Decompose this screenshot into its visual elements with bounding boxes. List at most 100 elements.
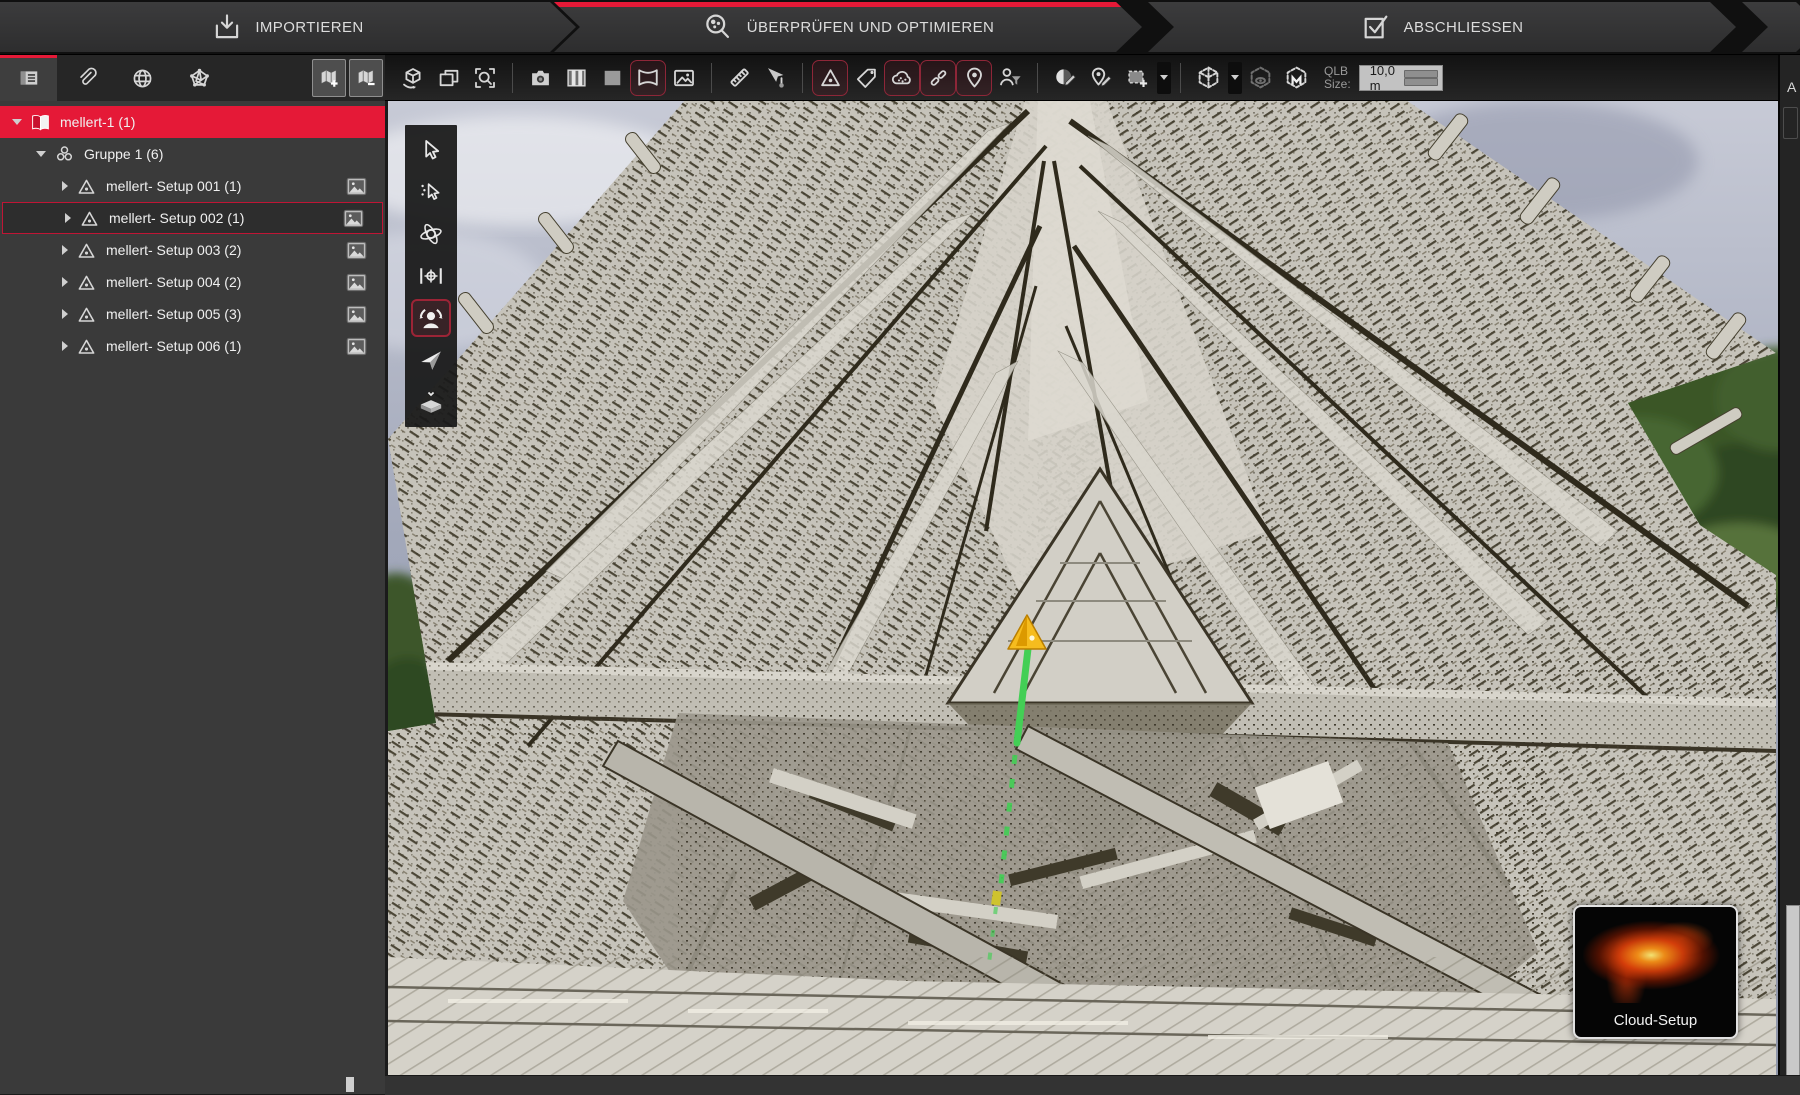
rect-select-button[interactable]	[1119, 60, 1155, 96]
point-cloud-viewport[interactable]: Cloud-Setup	[388, 101, 1778, 1075]
tab-ueberpruefen-und-optimieren[interactable]: ÜBERPRÜFEN UND OPTIMIEREN	[554, 2, 1142, 52]
cursor-thermometer-button[interactable]	[757, 60, 793, 96]
cascade-windows-icon	[437, 66, 461, 90]
picture-icon[interactable]	[345, 304, 368, 325]
add-map-button[interactable]	[312, 59, 346, 97]
tree-item-setup[interactable]: mellert- Setup 003 (2)	[0, 234, 385, 266]
tab-label: ÜBERPRÜFEN UND OPTIMIEREN	[747, 19, 995, 36]
sidebar-scrollbar-nub[interactable]	[346, 1077, 354, 1092]
person-filter-button[interactable]	[992, 60, 1028, 96]
link-toggle[interactable]	[920, 60, 956, 96]
tree-item-label: mellert- Setup 003 (2)	[106, 242, 241, 258]
tree-item-project[interactable]: mellert-1 (1)	[0, 106, 385, 138]
tab-label: IMPORTIEREN	[255, 19, 363, 36]
panel-handle[interactable]	[1783, 107, 1798, 139]
panorama-view-button[interactable]	[630, 60, 666, 96]
tree-item-label: mellert- Setup 006 (1)	[106, 338, 241, 354]
image-view-button[interactable]	[666, 60, 702, 96]
color-edit-button[interactable]	[1047, 60, 1083, 96]
tree-item-setup[interactable]: mellert- Setup 004 (2)	[0, 266, 385, 298]
expand-arrow-icon[interactable]	[62, 309, 68, 319]
place-scan-button[interactable]	[395, 60, 431, 96]
expand-arrow-icon[interactable]	[65, 213, 71, 223]
solid-view-button[interactable]	[594, 60, 630, 96]
picture-icon[interactable]	[345, 336, 368, 357]
cursor-thermometer-icon	[763, 65, 788, 90]
select-cursor-tool[interactable]	[411, 131, 451, 169]
tab-label: ABSCHLIESSEN	[1404, 19, 1524, 36]
toolbar-separator	[711, 63, 712, 93]
project-tree: mellert-1 (1) Gruppe 1 (6) mellert- Setu…	[0, 101, 385, 1094]
sidebar-tab-graph[interactable]	[171, 55, 228, 101]
cascade-windows-button[interactable]	[431, 60, 467, 96]
point-cloud-toggle[interactable]	[884, 60, 920, 96]
tree-item-label: mellert- Setup 004 (2)	[106, 274, 241, 290]
pin-edit-button[interactable]	[1083, 60, 1119, 96]
right-scrollbar[interactable]	[1786, 905, 1800, 1077]
cube-eye-button[interactable]	[1242, 60, 1278, 96]
tree-item-group[interactable]: Gruppe 1 (6)	[0, 138, 385, 170]
tab-abschliessen[interactable]: ABSCHLIESSEN	[1148, 2, 1736, 52]
toolbar-separator	[512, 63, 513, 93]
cluster-icon	[54, 144, 75, 164]
sidebar-tab-web[interactable]	[114, 55, 171, 101]
map-pin-toggle[interactable]	[956, 60, 992, 96]
tree-item-setup[interactable]: mellert- Setup 006 (1)	[0, 330, 385, 362]
tree-item-setup[interactable]: mellert- Setup 001 (1)	[0, 170, 385, 202]
pan-tool[interactable]	[411, 257, 451, 295]
sidebar-tab-structure[interactable]	[0, 55, 57, 101]
point-select-icon	[419, 180, 443, 204]
image-view-icon	[671, 66, 697, 90]
picture-icon[interactable]	[345, 240, 368, 261]
link-icon	[926, 66, 951, 90]
ruler-button[interactable]	[721, 60, 757, 96]
look-around-tool[interactable]	[411, 299, 451, 337]
tag-toggle[interactable]	[848, 60, 884, 96]
picture-icon[interactable]	[345, 272, 368, 293]
toolbar-separator	[802, 63, 803, 93]
point-select-tool[interactable]	[411, 173, 451, 211]
cube-model-button[interactable]	[1278, 60, 1314, 96]
point-cloud-icon	[889, 66, 915, 90]
picture-icon[interactable]	[342, 208, 365, 229]
graph-icon	[188, 67, 211, 90]
main-toolbar: QLB Size: 10,0 m	[385, 55, 1800, 101]
collapse-arrow-icon[interactable]	[12, 119, 22, 125]
toolbar-separator	[1037, 63, 1038, 93]
camera-button[interactable]	[522, 60, 558, 96]
minimap-label: Cloud-Setup	[1575, 1012, 1736, 1029]
tree-item-label: Gruppe 1 (6)	[84, 146, 163, 162]
expand-arrow-icon[interactable]	[62, 341, 68, 351]
expand-arrow-icon[interactable]	[62, 277, 68, 287]
tree-item-setup[interactable]: mellert- Setup 002 (1)	[2, 202, 383, 234]
remove-map-button[interactable]	[349, 59, 383, 97]
picture-icon[interactable]	[345, 176, 368, 197]
tree-item-label: mellert- Setup 001 (1)	[106, 178, 241, 194]
expand-arrow-icon[interactable]	[62, 245, 68, 255]
setup-icon	[76, 177, 97, 196]
fly-tool[interactable]	[411, 341, 451, 379]
qlb-size-label: QLB Size:	[1324, 65, 1351, 91]
setup-marker-toggle[interactable]	[812, 60, 848, 96]
toolbar-separator	[1180, 63, 1181, 93]
sidebar-tab-attachments[interactable]	[57, 55, 114, 101]
zoom-selection-button[interactable]	[467, 60, 503, 96]
add-map-icon	[318, 67, 340, 89]
stepper-icon[interactable]	[1404, 70, 1438, 86]
expand-arrow-icon[interactable]	[62, 181, 68, 191]
tree-item-setup[interactable]: mellert- Setup 005 (3)	[0, 298, 385, 330]
import-icon	[212, 14, 242, 40]
qlb-size-input[interactable]: 10,0 m	[1359, 65, 1443, 91]
rect-select-dropdown[interactable]	[1157, 62, 1171, 94]
cube-view-button[interactable]	[1190, 60, 1226, 96]
orbit-tool[interactable]	[411, 215, 451, 253]
pin-edit-icon	[1088, 65, 1114, 90]
cube-view-dropdown[interactable]	[1228, 62, 1242, 94]
cloud-setup-minimap[interactable]: Cloud-Setup	[1573, 905, 1738, 1039]
split-view-button[interactable]	[558, 60, 594, 96]
panorama-view-icon	[635, 65, 661, 90]
clipping-box-tool[interactable]	[411, 383, 451, 421]
right-panel-label: A	[1787, 79, 1800, 95]
collapse-arrow-icon[interactable]	[36, 151, 46, 157]
tab-importieren[interactable]: IMPORTIEREN	[0, 2, 576, 52]
